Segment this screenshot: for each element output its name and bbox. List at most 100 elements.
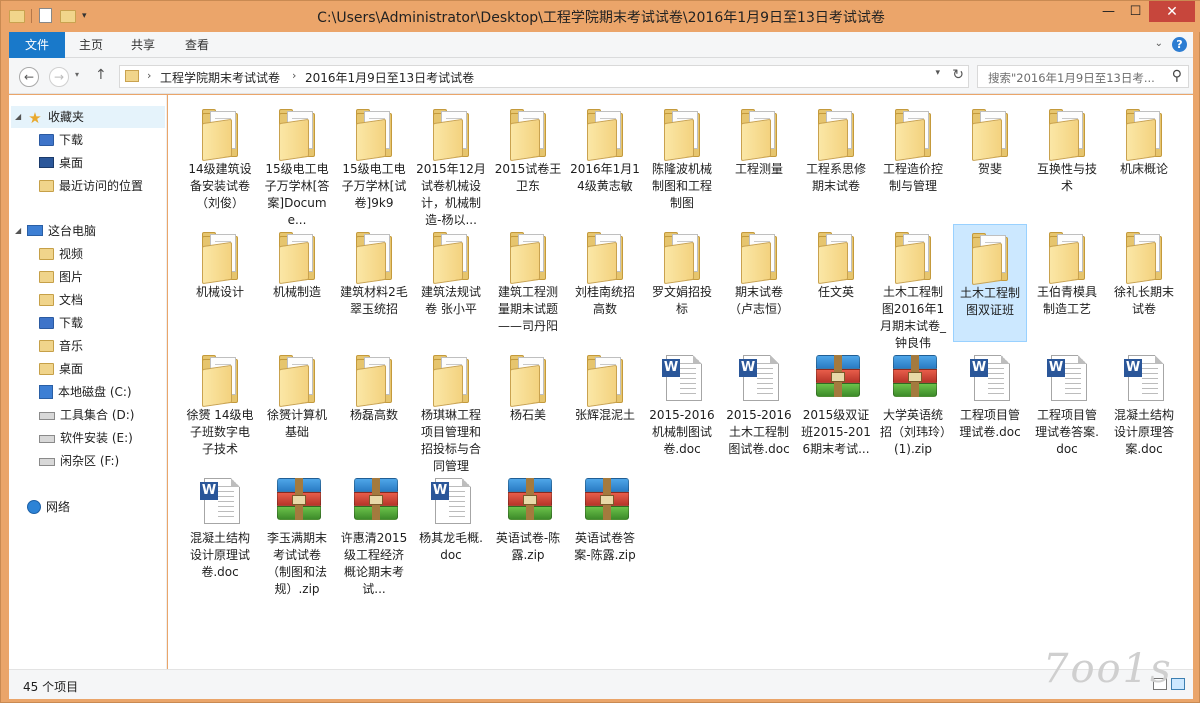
folder-item[interactable]: 徐赟 14级电子班数字电子技术 (183, 347, 257, 465)
folder-item[interactable]: 建筑法规试卷 张小平 (414, 224, 488, 342)
doc-file-item[interactable]: W 2015-2016机械制图试卷.doc (645, 347, 719, 465)
folder-item[interactable]: 14级建筑设备安装试卷（刘俊） (183, 101, 257, 219)
close-button[interactable]: ✕ (1149, 1, 1195, 22)
address-dropdown-icon[interactable]: ▾ (934, 68, 940, 78)
folder-item[interactable]: 工程造价控制与管理 (876, 101, 950, 219)
nav-favorites[interactable]: ◢ ★ 收藏夹 (11, 106, 165, 128)
doc-file-item[interactable]: W 杨其龙毛概.doc (414, 470, 488, 588)
zip-file-item[interactable]: 李玉满期末考试试卷（制图和法规）.zip (260, 470, 334, 596)
breadcrumb-chevron-icon[interactable]: › (292, 69, 296, 82)
folder-item[interactable]: 期末试卷（卢志恒） (722, 224, 796, 342)
nav-recent-places[interactable]: 最近访问的位置 (39, 175, 143, 197)
file-name: 李玉满期末考试试卷（制图和法规）.zip (266, 531, 327, 596)
file-name: 陈隆波机械制图和工程制图 (651, 162, 712, 210)
folder-item[interactable]: 王伯青模具制造工艺 (1030, 224, 1104, 342)
folder-item[interactable]: 杨琪琳工程项目管理和招投标与合同管理 (414, 347, 488, 473)
zip-file-item[interactable]: 2015级双证班2015-2016期末考试... (799, 347, 873, 465)
folder-item[interactable]: 土木工程制图2016年1月期末试卷_钟良伟 (876, 224, 950, 350)
title-bar[interactable]: ▾ C:\Users\Administrator\Desktop\工程学院期末考… (1, 1, 1200, 32)
folder-item[interactable]: 机械设计 (183, 224, 257, 342)
expand-ribbon-icon[interactable]: ⌄ (1155, 38, 1163, 49)
nav-label: 下载 (59, 133, 84, 147)
tab-view[interactable]: 查看 (185, 32, 209, 58)
zip-file-item[interactable]: 大学英语统招（刘玮玲）(1).zip (876, 347, 950, 465)
zip-file-item[interactable]: 英语试卷答案-陈露.zip (568, 470, 642, 588)
doc-file-item[interactable]: W 工程项目管理试卷答案.doc (1030, 347, 1104, 465)
nav-documents[interactable]: 文档 (39, 289, 83, 311)
collapse-icon[interactable]: ◢ (15, 220, 21, 242)
folder-item[interactable]: 机械制造 (260, 224, 334, 342)
nav-drive-d[interactable]: 工具集合 (D:) (39, 404, 134, 426)
folder-item[interactable]: 徐赟计算机基础 (260, 347, 334, 465)
help-icon[interactable]: ? (1172, 37, 1187, 52)
folder-item[interactable]: 15级电工电子万学林[答案]Docume... (260, 101, 334, 227)
nav-drive-c[interactable]: 本地磁盘 (C:) (39, 381, 132, 403)
file-name: 工程项目管理试卷答案.doc (1035, 408, 1099, 456)
breadcrumb-item[interactable]: 工程学院期末考试试卷 (160, 69, 280, 86)
folder-item[interactable]: 刘桂南统招高数 (568, 224, 642, 342)
folder-item[interactable]: 工程测量 (722, 101, 796, 219)
zip-file-item[interactable]: 英语试卷-陈露.zip (491, 470, 565, 588)
folder-icon (427, 230, 475, 285)
file-name: 罗文娟招投标 (651, 285, 712, 316)
doc-file-item[interactable]: W 混凝土结构设计原理试卷.doc (183, 470, 257, 588)
nav-music[interactable]: 音乐 (39, 335, 83, 357)
file-name: 机械制造 (272, 285, 321, 299)
recent-locations-icon[interactable]: ▾ (75, 70, 79, 79)
folder-item[interactable]: 建筑工程测量期末试题——司丹阳 (491, 224, 565, 342)
nav-downloads-pc[interactable]: 下载 (39, 312, 83, 334)
large-icons-view-icon[interactable] (1171, 678, 1185, 690)
minimize-button[interactable]: — (1095, 1, 1122, 22)
nav-downloads[interactable]: 下载 (39, 129, 83, 151)
address-bar[interactable]: › 工程学院期末考试试卷 › 2016年1月9日至13日考试试卷 ▾ ↻ (119, 65, 969, 88)
doc-file-item[interactable]: W 2015-2016土木工程制图试卷.doc (722, 347, 796, 465)
tab-home[interactable]: 主页 (79, 32, 103, 58)
nav-videos[interactable]: 视频 (39, 243, 83, 265)
nav-label: 网络 (46, 500, 71, 514)
file-name: 混凝土结构设计原理试卷.doc (189, 531, 250, 579)
folder-item[interactable]: 张辉混泥土 (568, 347, 642, 465)
folder-item[interactable]: 工程系思修期末试卷 (799, 101, 873, 219)
breadcrumb-chevron-icon[interactable]: › (147, 69, 151, 82)
folder-item[interactable]: 罗文娟招投标 (645, 224, 719, 342)
collapse-icon[interactable]: ◢ (15, 106, 21, 128)
folder-item[interactable]: 贺斐 (953, 101, 1027, 219)
nav-pictures[interactable]: 图片 (39, 266, 83, 288)
folder-item[interactable]: 15级电工电子万学林[试卷]9k9 (337, 101, 411, 219)
folder-item[interactable]: 机床概论 (1107, 101, 1181, 219)
folder-item[interactable]: 互换性与技术 (1030, 101, 1104, 219)
folder-item[interactable]: 2015试卷王卫东 (491, 101, 565, 219)
tab-share[interactable]: 共享 (131, 32, 155, 58)
nav-desktop[interactable]: 桌面 (39, 152, 83, 174)
back-button[interactable]: ← (19, 67, 39, 87)
folder-item[interactable]: 任文英 (799, 224, 873, 342)
file-name: 杨其龙毛概.doc (419, 531, 483, 562)
zip-file-item[interactable]: 许惠清2015级工程经济概论期末考试... (337, 470, 411, 596)
nav-this-pc[interactable]: ◢ 这台电脑 (11, 220, 96, 242)
nav-desktop-pc[interactable]: 桌面 (39, 358, 83, 380)
doc-file-item[interactable]: W 工程项目管理试卷.doc (953, 347, 1027, 465)
search-icon[interactable]: ⚲ (1172, 68, 1182, 84)
folder-item[interactable]: 陈隆波机械制图和工程制图 (645, 101, 719, 219)
folder-item[interactable]: 土木工程制图双证班 (953, 224, 1027, 342)
nav-drive-e[interactable]: 软件安装 (E:) (39, 427, 133, 449)
tab-file[interactable]: 文件 (9, 32, 65, 58)
nav-label: 本地磁盘 (C:) (58, 385, 132, 399)
folder-item[interactable]: 建筑材料2毛翠玉统招 (337, 224, 411, 342)
folder-item[interactable]: 杨石美 (491, 347, 565, 465)
folder-item[interactable]: 2015年12月试卷机械设计，机械制造-杨以... (414, 101, 488, 227)
search-box[interactable]: 搜索"2016年1月9日至13日考... ⚲ (977, 65, 1189, 88)
folder-item[interactable]: 徐礼长期末试卷 (1107, 224, 1181, 342)
refresh-button[interactable]: ↻ (952, 67, 964, 83)
zip-archive-icon (350, 476, 398, 528)
nav-network[interactable]: 网络 (27, 496, 70, 518)
doc-file-item[interactable]: W 混凝土结构设计原理答案.doc (1107, 347, 1181, 465)
folder-item[interactable]: 2016年1月14级黄志敏 (568, 101, 642, 219)
forward-button[interactable]: → (49, 67, 69, 87)
nav-drive-f[interactable]: 闲杂区 (F:) (39, 450, 119, 472)
breadcrumb-item[interactable]: 2016年1月9日至13日考试试卷 (305, 69, 474, 86)
music-icon (39, 339, 54, 352)
folder-item[interactable]: 杨磊高数 (337, 347, 411, 465)
up-button[interactable]: ↑ (95, 67, 107, 83)
maximize-button[interactable]: ☐ (1122, 1, 1149, 22)
